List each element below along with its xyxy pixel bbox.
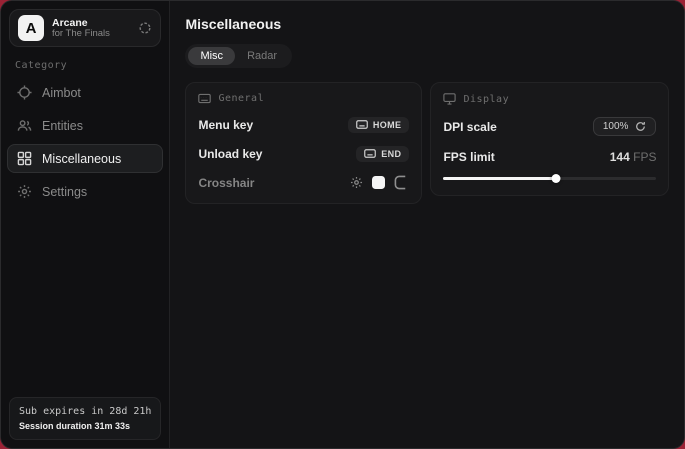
sidebar-item-entities[interactable]: Entities: [7, 111, 163, 140]
keycap-icon: [364, 149, 376, 158]
tab-radar[interactable]: Radar: [235, 47, 289, 65]
unload-key-row: Unload key END: [198, 145, 409, 162]
dpi-scale-label: DPI scale: [443, 120, 496, 134]
page-title: Miscellaneous: [185, 16, 669, 32]
menu-key-label: Menu key: [198, 118, 253, 132]
brand-card: A Arcane for The Finals: [9, 9, 161, 47]
monitor-icon: [443, 93, 456, 105]
unload-key-value: END: [381, 149, 401, 159]
sidebar-item-label: Settings: [42, 185, 87, 199]
brand-logo: A: [18, 15, 44, 41]
reset-icon[interactable]: [635, 121, 646, 132]
fps-limit-slider[interactable]: [443, 173, 656, 183]
fps-limit-label: FPS limit: [443, 150, 494, 164]
sidebar-item-label: Entities: [42, 119, 83, 133]
refresh-icon[interactable]: [138, 21, 152, 35]
tab-bar: Misc Radar: [185, 44, 292, 68]
keyboard-icon: [198, 93, 211, 104]
session-duration-text: Session duration 31m 33s: [19, 421, 151, 431]
dpi-scale-control[interactable]: 100%: [593, 117, 657, 136]
users-icon: [17, 118, 32, 133]
display-card-header: Display: [443, 93, 656, 105]
brand-subtitle: for The Finals: [52, 29, 130, 40]
main-panel: Miscellaneous Misc Radar General: [170, 1, 684, 448]
display-card-title: Display: [463, 94, 509, 105]
grid-icon: [17, 151, 32, 166]
slider-thumb[interactable]: [552, 174, 561, 183]
fps-number: 144: [610, 150, 630, 164]
cards-row: General Menu key HOME Unload key: [185, 82, 669, 204]
fps-limit-value: 144 FPS: [610, 150, 657, 164]
fps-unit: FPS: [633, 150, 656, 164]
slider-fill: [443, 177, 556, 180]
brand-text: Arcane for The Finals: [52, 17, 130, 40]
general-card-title: General: [218, 93, 264, 104]
sidebar: A Arcane for The Finals Category: [1, 1, 170, 448]
general-card-header: General: [198, 93, 409, 104]
dpi-scale-row: DPI scale 100%: [443, 117, 656, 136]
general-card: General Menu key HOME Unload key: [185, 82, 422, 204]
crosshair-color-swatch[interactable]: [372, 176, 385, 189]
unload-key-label: Unload key: [198, 147, 262, 161]
subscription-info-card: Sub expires in 28d 21h Session duration …: [9, 397, 161, 440]
gear-icon[interactable]: [350, 176, 363, 189]
sidebar-nav: Aimbot Entities Miscel: [7, 78, 163, 206]
sidebar-item-miscellaneous[interactable]: Miscellaneous: [7, 144, 163, 173]
sidebar-item-label: Miscellaneous: [42, 152, 121, 166]
dpi-scale-value: 100%: [603, 121, 629, 132]
crosshair-preview-bracket-icon[interactable]: [394, 175, 409, 190]
menu-key-row: Menu key HOME: [198, 116, 409, 133]
crosshair-icon: [17, 85, 32, 100]
keycap-icon: [356, 120, 368, 129]
display-card: Display DPI scale 100% FPS limit: [430, 82, 669, 196]
sidebar-item-label: Aimbot: [42, 86, 81, 100]
crosshair-row: Crosshair: [198, 174, 409, 191]
category-label: Category: [15, 60, 155, 71]
fps-limit-row: FPS limit 144 FPS: [443, 148, 656, 165]
menu-key-button[interactable]: HOME: [348, 117, 410, 133]
gear-icon: [17, 184, 32, 199]
sub-expiry-text: Sub expires in 28d 21h: [19, 406, 151, 417]
crosshair-label: Crosshair: [198, 176, 254, 190]
brand-title: Arcane: [52, 17, 130, 29]
sidebar-item-settings[interactable]: Settings: [7, 177, 163, 206]
menu-key-value: HOME: [373, 120, 402, 130]
app-window: A Arcane for The Finals Category: [0, 0, 685, 449]
sidebar-item-aimbot[interactable]: Aimbot: [7, 78, 163, 107]
crosshair-controls: [350, 175, 409, 190]
tab-misc[interactable]: Misc: [188, 47, 235, 65]
unload-key-button[interactable]: END: [356, 146, 409, 162]
